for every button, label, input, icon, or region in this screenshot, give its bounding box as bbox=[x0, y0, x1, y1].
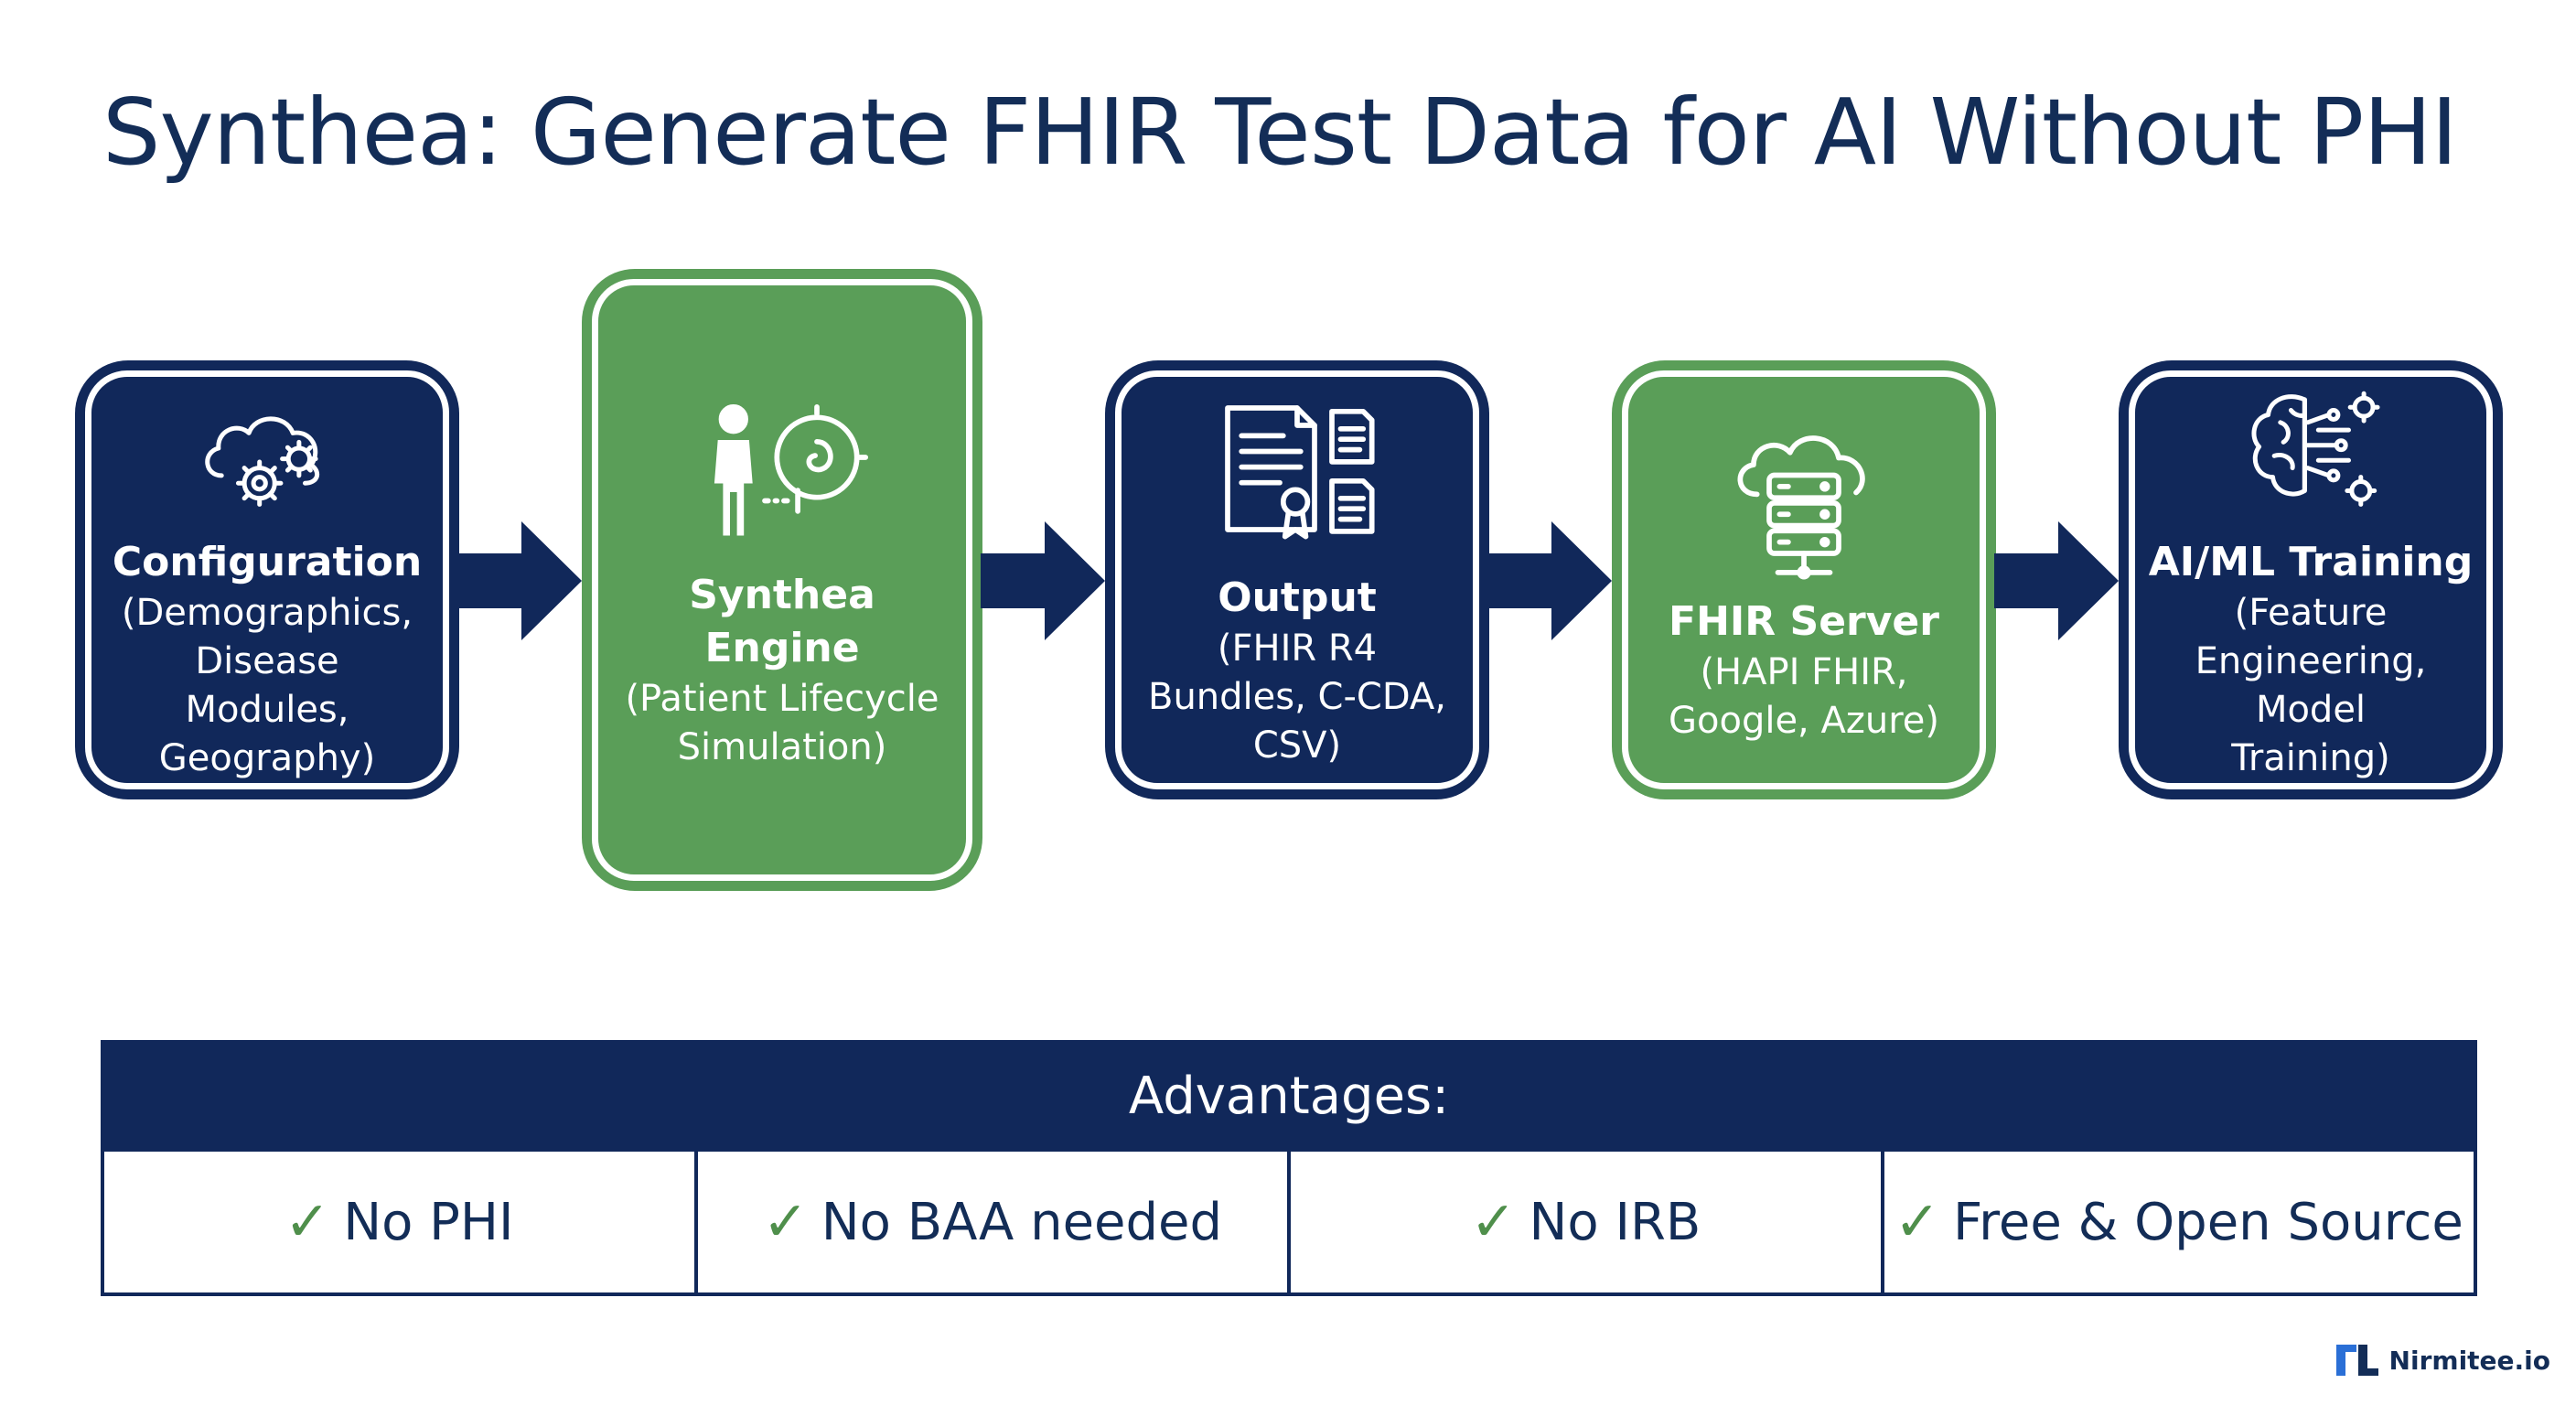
step-name: AI/ML Training bbox=[2148, 539, 2474, 585]
brand-footer: Nirmitee.io bbox=[2335, 1345, 2550, 1376]
step-desc: (HAPI FHIR, Google, Azure) bbox=[1669, 651, 1939, 742]
check-icon: ✓ bbox=[284, 1190, 331, 1254]
advantage-item: ✓ No IRB bbox=[1291, 1152, 1884, 1292]
step-output: Output (FHIR R4 Bundles, C-CDA, CSV) bbox=[1105, 360, 1489, 799]
step-fhir-server: FHIR Server (HAPI FHIR, Google, Azure) bbox=[1612, 360, 1996, 799]
advantages-header: Advantages: bbox=[101, 1040, 2477, 1152]
arrow-right-icon bbox=[457, 521, 582, 640]
step-desc: (Patient Lifecycle Simulation) bbox=[625, 678, 939, 768]
step-name: Configuration bbox=[112, 539, 423, 585]
person-lifecycle-icon bbox=[714, 404, 869, 536]
advantage-label: No IRB bbox=[1529, 1192, 1701, 1252]
step-configuration: Configuration (Demographics, Disease Mod… bbox=[75, 360, 459, 799]
brain-network-icon bbox=[2251, 391, 2380, 507]
check-icon: ✓ bbox=[762, 1190, 809, 1254]
step-name: Output bbox=[1218, 574, 1377, 621]
arrow-right-icon bbox=[981, 521, 1105, 640]
arrow-right-icon bbox=[1994, 521, 2119, 640]
advantage-label: Free & Open Source bbox=[1952, 1192, 2463, 1252]
check-icon: ✓ bbox=[1470, 1190, 1517, 1254]
step-name: FHIR Server bbox=[1669, 598, 1939, 645]
documents-icon bbox=[1225, 404, 1375, 539]
cloud-gears-icon bbox=[205, 416, 320, 507]
brand-name: Nirmitee.io bbox=[2388, 1345, 2550, 1376]
step-desc: (Demographics, Disease Modules, Geograph… bbox=[121, 592, 413, 779]
advantage-item: ✓ Free & Open Source bbox=[1884, 1152, 2474, 1292]
cloud-server-icon bbox=[1737, 435, 1865, 580]
step-ai-ml-training: AI/ML Training (Feature Engineering, Mod… bbox=[2119, 360, 2503, 799]
step-synthea-engine: Synthea Engine (Patient Lifecycle Simula… bbox=[582, 269, 982, 891]
page-title: Synthea: Generate FHIR Test Data for AI … bbox=[102, 79, 2458, 186]
step-name: Synthea Engine bbox=[689, 572, 875, 671]
advantage-label: No BAA needed bbox=[821, 1192, 1223, 1252]
brand-logo-icon bbox=[2335, 1345, 2378, 1376]
advantages-row: ✓ No PHI ✓ No BAA needed ✓ No IRB ✓ Free… bbox=[101, 1152, 2477, 1296]
advantage-item: ✓ No BAA needed bbox=[698, 1152, 1291, 1292]
step-desc: (FHIR R4 Bundles, C-CDA, CSV) bbox=[1148, 627, 1446, 767]
advantage-item: ✓ No PHI bbox=[104, 1152, 698, 1292]
check-icon: ✓ bbox=[1894, 1190, 1940, 1254]
advantage-label: No PHI bbox=[343, 1192, 514, 1252]
arrow-right-icon bbox=[1487, 521, 1612, 640]
step-desc: (Feature Engineering, Model Training) bbox=[2195, 592, 2427, 779]
